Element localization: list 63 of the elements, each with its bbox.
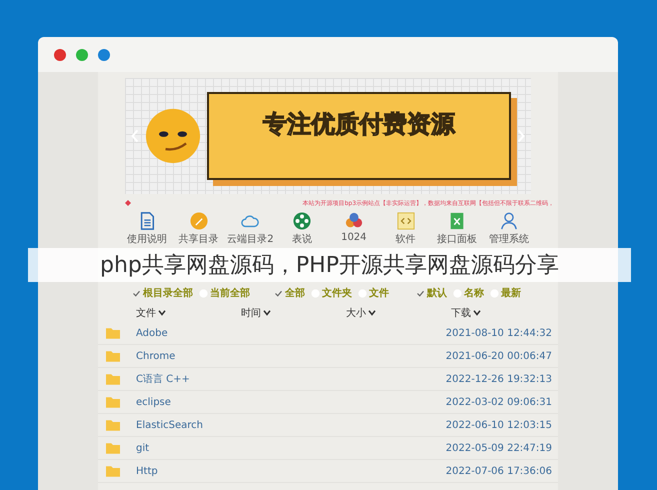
- folder-name-link[interactable]: Http: [136, 466, 158, 476]
- document-icon: [138, 212, 156, 230]
- user-icon: [500, 212, 518, 230]
- column-sort-header[interactable]: 时间: [241, 306, 346, 320]
- code-icon: [396, 212, 415, 230]
- chevron-right-icon[interactable]: [517, 129, 525, 143]
- caption-banner: php共享网盘源码，PHP开源共享网盘源码分享: [28, 248, 631, 282]
- smiley-face-icon: [145, 108, 201, 164]
- nav-link[interactable]: 使用说明: [125, 212, 169, 246]
- chevron-down-icon: [473, 310, 481, 316]
- modified-date: 2022-05-09 22:47:19: [446, 442, 552, 454]
- column-sort-header[interactable]: 大小: [346, 306, 451, 320]
- chevron-down-icon: [263, 310, 271, 316]
- folder-icon: [106, 373, 120, 385]
- window-control-dot[interactable]: [98, 48, 110, 60]
- nav-link[interactable]: 表说: [280, 212, 324, 246]
- filter-radio[interactable]: 名称: [453, 286, 484, 300]
- chevron-down-icon: [158, 310, 166, 316]
- chevron-down-icon: [368, 310, 376, 316]
- folder-icon: [106, 465, 120, 477]
- folder-icon: [106, 419, 120, 431]
- folder-icon: [106, 327, 120, 339]
- folder-name-link[interactable]: ElasticSearch: [136, 420, 203, 430]
- nav-link[interactable]: 共享目录: [176, 212, 221, 246]
- modified-date: 2021-08-10 12:44:32: [446, 328, 552, 338]
- filter-radio[interactable]: 当前全部: [199, 286, 250, 300]
- nav-link[interactable]: 接口面板: [435, 212, 480, 246]
- modified-date: 2022-06-10 12:03:15: [446, 420, 552, 430]
- spreadsheet-icon: [448, 212, 466, 230]
- banner-headline: 专注优质付费资源: [263, 109, 455, 140]
- check-icon: [274, 288, 283, 298]
- nav-link[interactable]: 云端目录2: [228, 212, 272, 246]
- filter-radio[interactable]: 根目录全部: [132, 286, 193, 300]
- folder-name-link[interactable]: Chrome: [136, 350, 176, 362]
- folder-name-link[interactable]: eclipse: [136, 396, 171, 408]
- filter-radio[interactable]: 默认: [416, 286, 447, 300]
- folder-name-link[interactable]: Adobe: [136, 328, 168, 338]
- column-sort-header[interactable]: 文件: [136, 306, 241, 320]
- folder-name-link[interactable]: git: [136, 442, 150, 454]
- film-reel-icon: [293, 212, 312, 230]
- folder-name-link[interactable]: C语言 C++: [136, 372, 190, 386]
- check-icon: [132, 288, 141, 298]
- filter-radio[interactable]: 全部: [274, 286, 305, 300]
- check-icon: [416, 288, 425, 298]
- modified-date: 2022-07-06 17:36:06: [446, 466, 552, 476]
- folder-icon: [106, 442, 120, 454]
- diamond-icon: [125, 200, 131, 206]
- folder-icon: [106, 350, 120, 362]
- column-sort-header[interactable]: 下载: [451, 306, 556, 320]
- modified-date: 2022-03-02 09:06:31: [446, 396, 552, 408]
- window-control-dot[interactable]: [54, 48, 66, 60]
- nav-link[interactable]: 管理系统: [486, 212, 531, 246]
- filter-radio[interactable]: 文件: [358, 286, 389, 300]
- window-control-dot[interactable]: [76, 48, 88, 60]
- nav-link[interactable]: 1024: [332, 212, 376, 246]
- modified-date: 2021-06-20 00:06:47: [446, 350, 552, 362]
- colored-dots-icon: [344, 212, 363, 230]
- filter-radio[interactable]: 文件夹: [311, 286, 352, 300]
- folder-icon: [106, 396, 120, 408]
- chevron-left-icon[interactable]: [131, 129, 139, 143]
- modified-date: 2022-12-26 19:32:13: [446, 374, 552, 384]
- filter-radio[interactable]: 最新: [490, 286, 521, 300]
- nav-link[interactable]: 软件: [384, 212, 428, 246]
